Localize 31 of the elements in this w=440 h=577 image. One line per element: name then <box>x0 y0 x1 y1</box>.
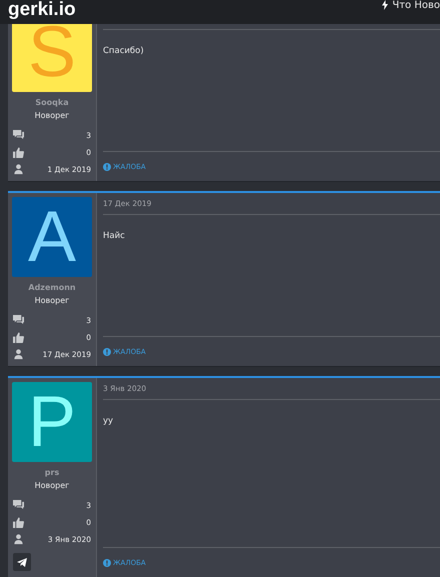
username[interactable]: Adzemonn <box>28 283 76 292</box>
post-text: Найс <box>103 231 125 241</box>
username[interactable]: Sooqka <box>35 98 69 107</box>
post-text: Спасибо) <box>103 46 144 56</box>
thumbs-up-icon <box>13 332 24 342</box>
username[interactable]: prs <box>44 468 60 477</box>
avatar[interactable]: P <box>12 382 92 462</box>
site-logo[interactable]: gerki.io <box>8 0 76 18</box>
bolt-icon <box>382 0 388 10</box>
messages-icon <box>13 130 24 140</box>
messages-icon <box>13 500 24 510</box>
messages-icon <box>13 314 24 326</box>
user-role: Новорег <box>34 111 70 120</box>
avatar-letter: P <box>28 386 76 458</box>
user-icon <box>13 348 24 360</box>
nav-link[interactable]: Что Ново <box>382 0 440 10</box>
avatar[interactable]: A <box>12 197 92 277</box>
alert-icon <box>103 162 111 170</box>
thumbs-up-icon <box>13 516 24 528</box>
telegram-button[interactable] <box>13 553 31 571</box>
paper-plane-icon <box>17 558 27 566</box>
user-icon <box>13 164 24 174</box>
avatar-letter: S <box>28 24 76 88</box>
thumbs-up-icon <box>13 146 24 158</box>
user-icon <box>13 534 24 544</box>
alert-icon <box>103 348 111 356</box>
avatar-letter: A <box>28 201 76 273</box>
user-role: Новорег <box>34 296 70 305</box>
post-text: уу <box>103 416 114 426</box>
alert-icon <box>103 558 111 566</box>
user-role: Новорег <box>34 481 70 490</box>
